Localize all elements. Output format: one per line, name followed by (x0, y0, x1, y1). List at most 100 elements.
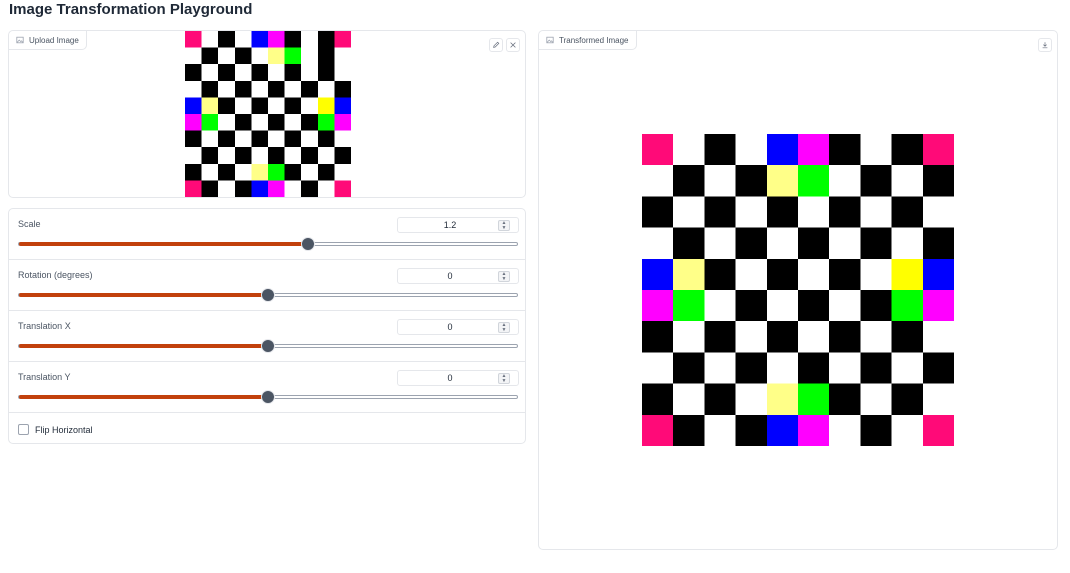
image-cell (829, 134, 861, 166)
image-cell (829, 290, 861, 322)
image-cell (673, 134, 705, 166)
download-button[interactable] (1038, 38, 1052, 52)
translation-y-label: Translation Y (18, 372, 71, 382)
image-cell (251, 147, 268, 164)
rotation-spinner[interactable]: ▲ ▼ (498, 271, 510, 282)
image-cell (334, 180, 351, 197)
image-cell (798, 227, 830, 259)
image-cell (673, 165, 705, 197)
image-cell (673, 383, 705, 415)
image-cell (334, 97, 351, 114)
image-cell (735, 383, 767, 415)
image-cell (251, 47, 268, 65)
image-cell (268, 31, 285, 48)
translation-x-label: Translation X (18, 321, 71, 331)
image-cell (798, 165, 830, 197)
image-cell (334, 31, 351, 48)
image-cell (251, 180, 268, 197)
image-cell (798, 383, 830, 415)
image-cell (704, 290, 736, 322)
translation-y-slider-fill (19, 395, 268, 399)
rotation-slider[interactable] (18, 288, 518, 302)
image-cell (704, 227, 736, 259)
image-cell (735, 134, 767, 166)
image-cell (704, 414, 736, 446)
close-icon (510, 42, 516, 48)
image-cell (922, 258, 954, 290)
scale-slider[interactable] (18, 237, 518, 251)
image-cell (704, 134, 736, 166)
image-cell (201, 147, 219, 164)
image-cell (234, 163, 252, 181)
image-cell (829, 196, 861, 228)
image-cell (317, 147, 335, 164)
image-cell (218, 114, 235, 131)
image-cell (891, 290, 923, 322)
translation-x-spinner[interactable]: ▲ ▼ (498, 322, 510, 333)
image-cell (201, 180, 219, 197)
image-cell (642, 196, 674, 228)
image-cell (735, 321, 767, 353)
image-icon (16, 36, 24, 44)
image-cell (673, 414, 705, 446)
image-cell (798, 196, 830, 228)
image-cell (234, 97, 252, 114)
clear-button[interactable] (506, 38, 520, 52)
image-cell (284, 130, 302, 148)
flip-horizontal-checkbox[interactable] (18, 424, 29, 435)
upload-image-label: Upload Image (9, 31, 87, 50)
image-cell (317, 97, 335, 114)
image-cell (673, 321, 705, 353)
flip-horizontal-row[interactable]: Flip Horizontal (18, 424, 93, 435)
translation-x-slider-thumb[interactable] (261, 339, 275, 353)
image-cell (891, 383, 923, 415)
image-cell (922, 290, 954, 322)
scale-slider-thumb[interactable] (300, 237, 315, 251)
upload-image-label-text: Upload Image (29, 35, 79, 45)
image-cell (766, 134, 798, 166)
image-cell (251, 97, 268, 114)
image-cell (284, 114, 302, 131)
input-checkerboard-image (185, 31, 351, 197)
scale-slider-fill (19, 242, 308, 246)
image-cell (860, 227, 892, 259)
image-cell (766, 414, 798, 446)
image-cell (642, 352, 674, 384)
image-cell (218, 64, 235, 81)
image-cell (301, 180, 318, 197)
image-cell (334, 47, 351, 65)
translation-y-slider-thumb[interactable] (261, 390, 275, 404)
image-cell (704, 165, 736, 197)
image-cell (268, 147, 285, 164)
image-cell (829, 258, 861, 290)
image-cell (642, 165, 674, 197)
image-cell (735, 414, 767, 446)
image-cell (642, 258, 674, 290)
image-cell (317, 31, 335, 48)
translation-x-slider[interactable] (18, 339, 518, 353)
image-cell (268, 130, 285, 148)
image-cell (317, 114, 335, 131)
image-cell (766, 290, 798, 322)
image-cell (829, 414, 861, 446)
image-cell (704, 321, 736, 353)
image-cell (185, 97, 202, 114)
image-cell (673, 196, 705, 228)
rotation-control: Rotation (degrees) ▲▼ (9, 260, 525, 311)
scale-spinner[interactable]: ▲ ▼ (498, 220, 510, 231)
edit-button[interactable] (489, 38, 503, 52)
image-cell (891, 414, 923, 446)
image-cell (185, 163, 202, 181)
image-cell (317, 64, 335, 81)
translation-y-slider[interactable] (18, 390, 518, 404)
image-cell (185, 47, 202, 65)
upload-image-panel[interactable]: Upload Image (8, 30, 526, 198)
translation-y-spinner[interactable]: ▲ ▼ (498, 373, 510, 384)
rotation-slider-thumb[interactable] (261, 288, 275, 302)
image-cell (201, 97, 219, 114)
image-cell (891, 321, 923, 353)
image-cell (735, 290, 767, 322)
image-cell (860, 414, 892, 446)
image-cell (860, 321, 892, 353)
page-title: Image Transformation Playground (9, 1, 253, 18)
